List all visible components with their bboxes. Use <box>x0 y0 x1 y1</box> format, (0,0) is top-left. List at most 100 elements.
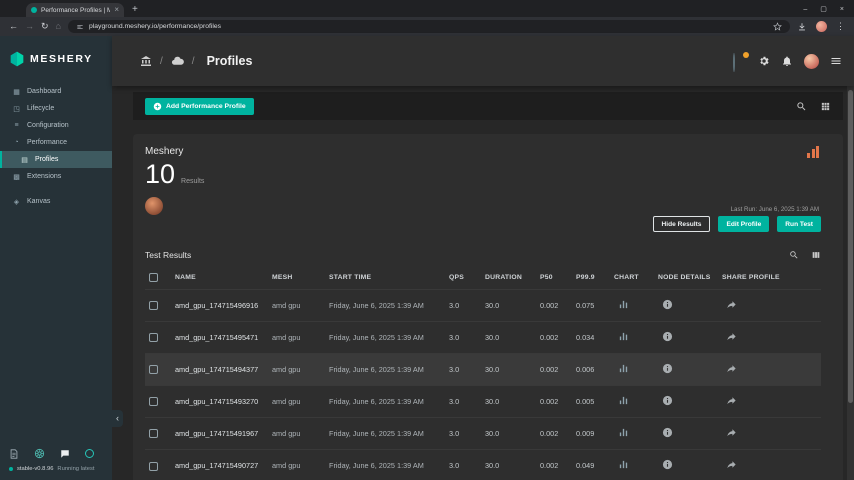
column-header-qps[interactable]: QPS <box>445 264 481 290</box>
add-performance-profile-button[interactable]: Add Performance Profile <box>145 98 254 115</box>
nav-item-icon: ◈ <box>12 198 21 206</box>
table-search-icon[interactable] <box>789 250 799 260</box>
node-details-icon[interactable] <box>662 331 673 342</box>
site-info-icon[interactable] <box>76 23 84 31</box>
hide-results-button[interactable]: Hide Results <box>653 216 711 232</box>
row-checkbox[interactable] <box>149 301 158 310</box>
chart-icon[interactable] <box>618 427 629 438</box>
meshery-app: MESHERY ▦ Dashboard ◳ Lifecycle ≡ Config… <box>0 36 854 480</box>
hamburger-menu-icon[interactable] <box>830 55 842 67</box>
sidebar-item-kanvas[interactable]: ◈ Kanvas <box>0 193 112 210</box>
notifications-bell-icon[interactable] <box>781 55 793 67</box>
node-details-icon[interactable] <box>662 395 673 406</box>
chart-icon[interactable] <box>618 331 629 342</box>
chart-icon[interactable] <box>618 299 629 310</box>
cell-start-time: Friday, June 6, 2025 1:39 AM <box>325 386 445 418</box>
context-switcher[interactable] <box>733 54 747 68</box>
row-checkbox[interactable] <box>149 397 158 406</box>
grid-view-icon[interactable] <box>820 101 831 112</box>
row-checkbox[interactable] <box>149 365 158 374</box>
share-profile-icon[interactable] <box>726 363 737 374</box>
new-tab-button[interactable]: + <box>132 5 138 15</box>
reload-button[interactable]: ↻ <box>41 22 49 31</box>
column-header-share-profile[interactable]: SHARE PROFILE <box>718 264 821 290</box>
share-profile-icon[interactable] <box>726 299 737 310</box>
column-header-p50[interactable]: P50 <box>536 264 572 290</box>
chart-icon[interactable] <box>618 363 629 374</box>
back-button[interactable]: ← <box>9 22 18 31</box>
table-row[interactable]: amd_gpu_174715491967 amd gpu Friday, Jun… <box>145 418 821 450</box>
column-header-chart[interactable]: CHART <box>610 264 654 290</box>
share-profile-icon[interactable] <box>726 459 737 470</box>
column-header-p99-9[interactable]: P99.9 <box>572 264 610 290</box>
browser-menu-icon[interactable]: ⋮ <box>836 22 845 31</box>
cell-p99: 0.005 <box>572 386 610 418</box>
chat-icon[interactable] <box>60 449 70 459</box>
table-row[interactable]: amd_gpu_174715490727 amd gpu Friday, Jun… <box>145 450 821 480</box>
column-header-node-details[interactable]: NODE DETAILS <box>654 264 718 290</box>
window-minimize-button[interactable]: – <box>803 6 807 13</box>
run-test-button[interactable]: Run Test <box>777 216 821 232</box>
sidebar-item-extensions[interactable]: ▩ Extensions <box>0 168 112 185</box>
node-details-icon[interactable] <box>662 363 673 374</box>
nav-item-label: Performance <box>27 139 67 146</box>
table-row[interactable]: amd_gpu_174715494377 amd gpu Friday, Jun… <box>145 354 821 386</box>
sidebar-collapse-button[interactable]: ‹ <box>112 410 123 427</box>
tab-close-icon[interactable]: × <box>114 6 119 14</box>
sidebar-item-configuration[interactable]: ≡ Configuration <box>0 117 112 134</box>
sidebar-item-performance[interactable]: ◔ Performance <box>0 134 112 151</box>
cell-mesh: amd gpu <box>268 290 325 322</box>
sidebar-item-lifecycle[interactable]: ◳ Lifecycle <box>0 100 112 117</box>
view-columns-icon[interactable] <box>811 250 821 260</box>
cell-mesh: amd gpu <box>268 450 325 480</box>
settings-gear-icon[interactable] <box>758 55 770 67</box>
browser-profile-avatar[interactable] <box>816 21 827 32</box>
search-icon[interactable] <box>796 101 807 112</box>
addressbar-actions: ⋮ <box>797 21 845 32</box>
chart-icon[interactable] <box>618 395 629 406</box>
home-button[interactable]: ⌂ <box>56 22 61 31</box>
cell-p50: 0.002 <box>536 386 572 418</box>
status-ring-icon[interactable] <box>85 449 94 458</box>
table-header-row: NAMEMESHSTART TIMEQPSDURATIONP50P99.9CHA… <box>145 264 821 290</box>
profile-avatar <box>145 197 163 215</box>
meshery-logo[interactable]: MESHERY <box>0 36 112 67</box>
organization-icon[interactable] <box>140 55 152 67</box>
address-bar[interactable]: playground.meshery.io/performance/profil… <box>68 20 790 33</box>
notes-icon[interactable] <box>9 449 19 459</box>
table-row[interactable]: amd_gpu_174715493270 amd gpu Friday, Jun… <box>145 386 821 418</box>
column-header-start-time[interactable]: START TIME <box>325 264 445 290</box>
user-avatar[interactable] <box>804 54 819 69</box>
sidebar-item-profiles[interactable]: ▤ Profiles <box>0 151 112 168</box>
node-details-icon[interactable] <box>662 427 673 438</box>
nav-item-icon: ▩ <box>12 173 21 181</box>
column-header-duration[interactable]: DURATION <box>481 264 536 290</box>
window-close-button[interactable]: × <box>840 6 844 13</box>
share-profile-icon[interactable] <box>726 331 737 342</box>
chart-icon[interactable] <box>618 459 629 470</box>
sidebar-item-dashboard[interactable]: ▦ Dashboard <box>0 83 112 100</box>
scrollbar-thumb[interactable] <box>848 90 853 403</box>
bookmark-star-icon[interactable] <box>773 22 782 31</box>
forward-button[interactable]: → <box>25 22 34 31</box>
share-profile-icon[interactable] <box>726 395 737 406</box>
window-maximize-button[interactable]: ▢ <box>820 6 827 13</box>
browser-tab[interactable]: Performance Profiles | M × <box>26 3 124 17</box>
workspace-cloud-icon[interactable] <box>171 55 184 68</box>
download-icon[interactable] <box>797 22 807 32</box>
table-row[interactable]: amd_gpu_174715495471 amd gpu Friday, Jun… <box>145 322 821 354</box>
node-details-icon[interactable] <box>662 299 673 310</box>
table-row[interactable]: amd_gpu_174715496916 amd gpu Friday, Jun… <box>145 290 821 322</box>
node-details-icon[interactable] <box>662 459 673 470</box>
edit-profile-button[interactable]: Edit Profile <box>718 216 769 232</box>
row-checkbox[interactable] <box>149 429 158 438</box>
nav-item-icon: ▤ <box>20 156 29 164</box>
page-scrollbar <box>847 36 854 480</box>
share-profile-icon[interactable] <box>726 427 737 438</box>
kubernetes-wheel-icon[interactable] <box>34 448 45 459</box>
row-checkbox[interactable] <box>149 333 158 342</box>
row-checkbox[interactable] <box>149 462 158 471</box>
column-header-mesh[interactable]: MESH <box>268 264 325 290</box>
select-all-checkbox[interactable] <box>149 273 158 282</box>
column-header-name[interactable]: NAME <box>171 264 268 290</box>
